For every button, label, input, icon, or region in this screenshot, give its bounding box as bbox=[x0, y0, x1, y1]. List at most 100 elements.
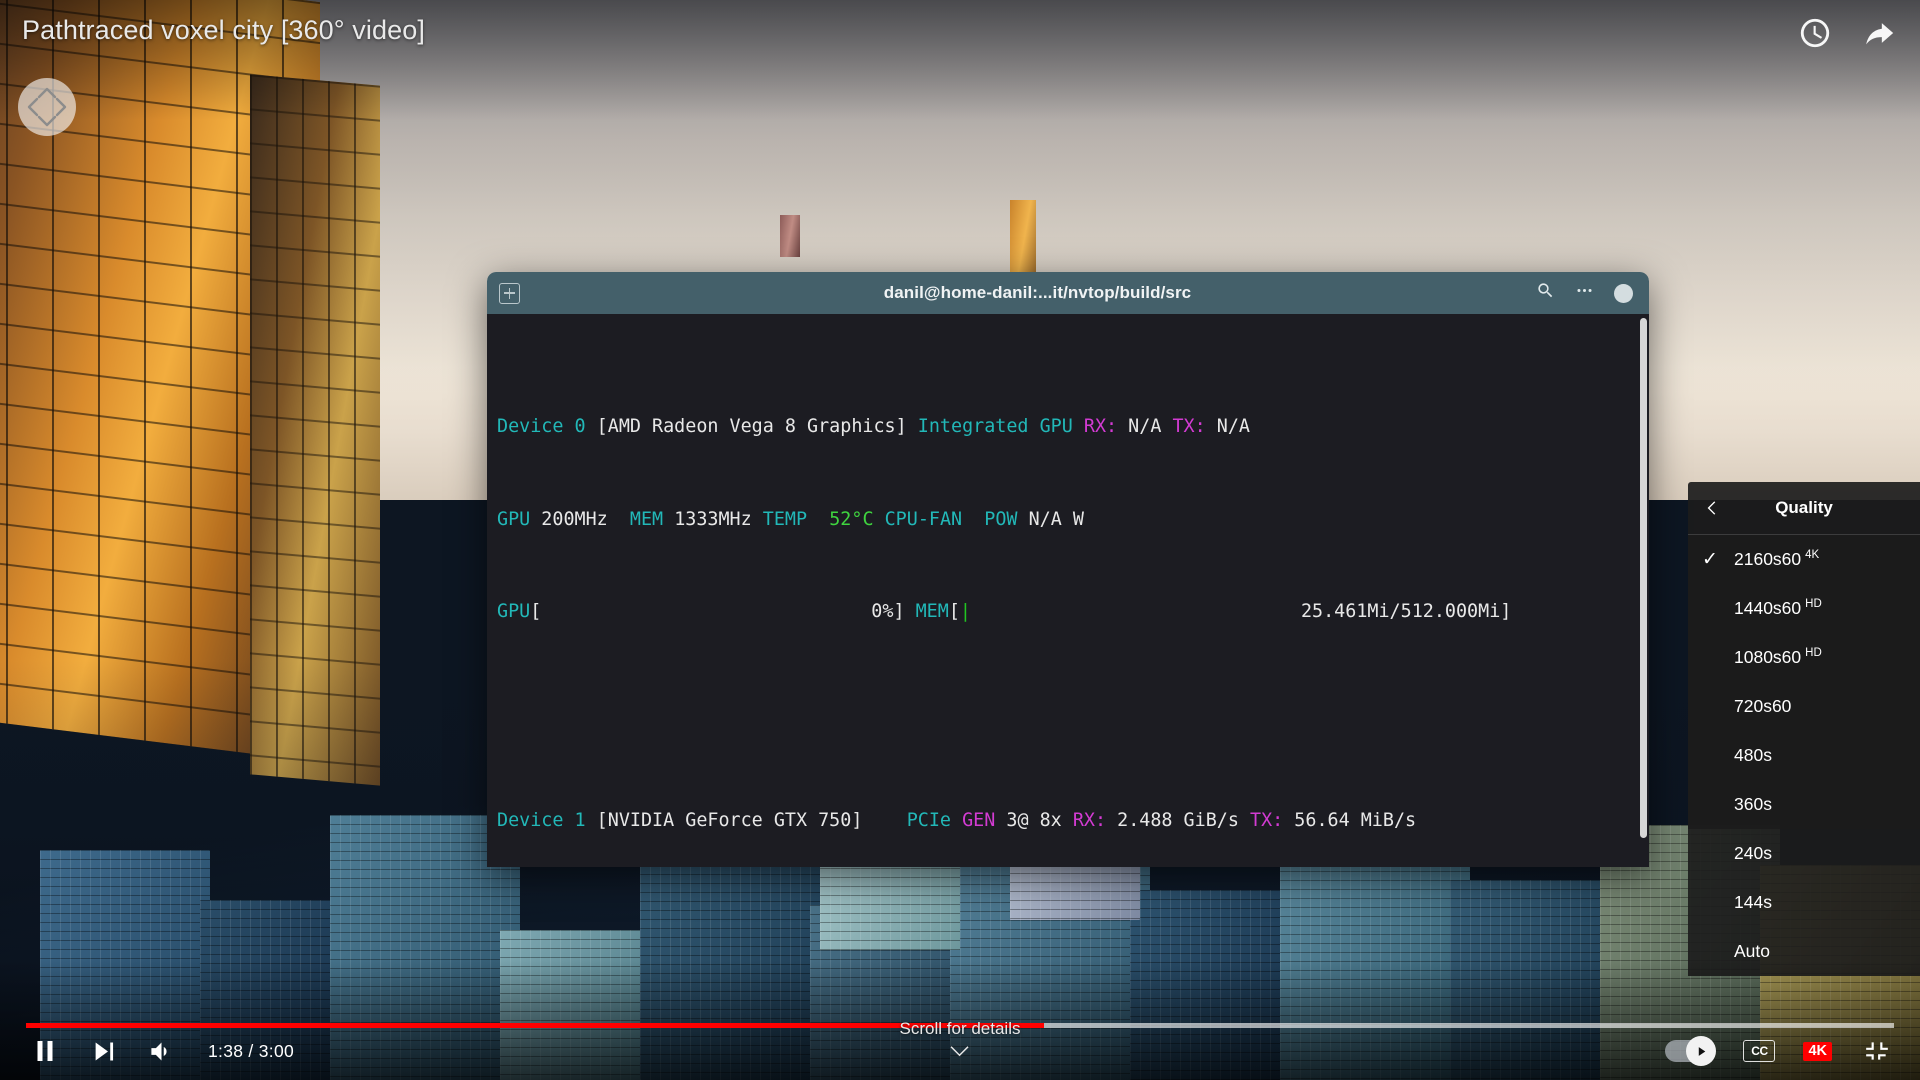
terminal-scrollbar[interactable] bbox=[1638, 314, 1649, 867]
device-1-id: 1 bbox=[574, 810, 586, 832]
device-0-label: Device bbox=[497, 415, 564, 437]
search-icon[interactable] bbox=[1536, 281, 1555, 305]
quality-option-label: 360s bbox=[1734, 794, 1772, 814]
terminal-title: danil@home-danil:...it/nvtop/build/src bbox=[883, 283, 1192, 302]
device-0-bars-line: GPU[0%] MEM[| 25.461Mi/512.000Mi] bbox=[497, 601, 1512, 623]
device-0-membar-label: MEM bbox=[915, 601, 949, 623]
device-0-tx-label: TX: bbox=[1172, 415, 1206, 437]
quality-menu[interactable]: Quality ✓ 2160s60 4K 1440s60 HD 1080s60 HD 720s… bbox=[1688, 482, 1920, 976]
exit-fullscreen-icon[interactable] bbox=[1860, 1034, 1894, 1068]
quality-option-Auto[interactable]: Auto bbox=[1688, 927, 1920, 976]
device-0-gpubar-label: GPU bbox=[497, 601, 531, 623]
quality-option-144s[interactable]: 144s bbox=[1688, 878, 1920, 927]
quality-option-1440s60[interactable]: 1440s60 HD bbox=[1688, 584, 1920, 633]
voxel-block bbox=[1450, 880, 1620, 1080]
device-0-gpu-label: GPU bbox=[497, 508, 531, 530]
quality-option-label: 1080s60 HD bbox=[1734, 647, 1822, 667]
device-0-tx-value: N/A bbox=[1216, 415, 1250, 437]
quality-option-label: 480s bbox=[1734, 745, 1772, 765]
device-0-id: 0 bbox=[574, 415, 586, 437]
voxel-block bbox=[1130, 890, 1295, 1080]
device-1-gen-label: GEN bbox=[962, 810, 996, 832]
device-0-rx-label: RX: bbox=[1083, 415, 1118, 437]
quality-badge[interactable]: 4K bbox=[1803, 1041, 1832, 1061]
quality-option-480s[interactable]: 480s bbox=[1688, 731, 1920, 780]
device-0-rx-value: N/A bbox=[1128, 415, 1162, 437]
device-0-pow-label: POW bbox=[984, 508, 1018, 530]
quality-option-badge: HD bbox=[1805, 647, 1822, 659]
quality-option-240s[interactable]: 240s bbox=[1688, 829, 1920, 878]
next-video-icon[interactable] bbox=[86, 1034, 120, 1068]
quality-option-1080s60[interactable]: 1080s60 HD bbox=[1688, 633, 1920, 682]
device-1-tx-label: TX: bbox=[1250, 810, 1284, 832]
pause-icon[interactable] bbox=[28, 1034, 62, 1068]
voxel-block bbox=[640, 865, 825, 1080]
quality-option-badge: HD bbox=[1805, 598, 1822, 610]
quality-option-label: Auto bbox=[1734, 941, 1770, 961]
quality-menu-title: Quality bbox=[1775, 498, 1833, 517]
quality-option-360s[interactable]: 360s bbox=[1688, 780, 1920, 829]
device-0-name: [AMD Radeon Vega 8 Graphics] bbox=[596, 415, 907, 437]
device-0-fan-label: CPU-FAN bbox=[884, 508, 963, 530]
device-0-gpu-clock: 200MHz bbox=[541, 508, 608, 530]
device-1-label: Device bbox=[497, 810, 564, 832]
quality-option-label: 144s bbox=[1734, 892, 1772, 912]
new-tab-icon[interactable] bbox=[499, 282, 520, 304]
device-0-stats-line: GPU 200MHz MEM 1333MHz TEMP 52°C CPU-FAN… bbox=[497, 508, 1649, 531]
device-1-gen-value: 3@ 8x bbox=[1006, 810, 1062, 832]
terminal-titlebar[interactable]: danil@home-danil:...it/nvtop/build/src bbox=[487, 272, 1649, 314]
device-0-membar-text: 25.461Mi/512.000Mi] bbox=[1300, 601, 1512, 623]
device-0-pow-value: N/A W bbox=[1028, 508, 1084, 530]
device-0-mem-clock: 1333MHz bbox=[674, 508, 752, 530]
device-0-temp-value: 52°C bbox=[829, 508, 874, 530]
device-1-rx-value: 2.488 GiB/s bbox=[1117, 810, 1239, 832]
quality-check-icon: ✓ bbox=[1702, 549, 1718, 570]
quality-option-label: 2160s60 4K bbox=[1734, 549, 1820, 569]
device-1-header-line: Device 1 [NVIDIA GeForce GTX 750] PCIe G… bbox=[497, 809, 1649, 832]
terminal-titlebar-left bbox=[499, 282, 539, 304]
player-top-right-controls bbox=[1798, 16, 1896, 50]
quality-menu-items: ✓ 2160s60 4K 1440s60 HD 1080s60 HD 720s60 480s 36… bbox=[1688, 535, 1920, 976]
pan-360-icon[interactable] bbox=[18, 78, 76, 136]
terminal-window[interactable]: danil@home-danil:...it/nvtop/build/src D… bbox=[487, 272, 1649, 867]
device-1-bus: PCIe bbox=[906, 810, 951, 832]
window-control-icon[interactable] bbox=[1614, 283, 1633, 303]
volume-icon[interactable] bbox=[144, 1034, 178, 1068]
voxel-block bbox=[500, 930, 660, 1080]
player-right-controls: CC 4K bbox=[1665, 1030, 1894, 1072]
watch-later-icon[interactable] bbox=[1798, 16, 1832, 50]
device-0-bus: Integrated GPU bbox=[917, 415, 1073, 437]
quality-option-label: 1440s60 HD bbox=[1734, 598, 1822, 618]
terminal-titlebar-right bbox=[1536, 281, 1637, 305]
chevron-left-icon[interactable] bbox=[1702, 497, 1724, 519]
progress-played bbox=[26, 1023, 1045, 1028]
terminal-content[interactable]: Device 0 [AMD Radeon Vega 8 Graphics] In… bbox=[487, 314, 1649, 867]
quality-option-label: 720s60 bbox=[1734, 696, 1792, 716]
video-title: Pathtraced voxel city [360° video] bbox=[22, 15, 425, 45]
quality-option-label: 240s bbox=[1734, 843, 1772, 863]
device-0-mem-label: MEM bbox=[629, 508, 664, 530]
cc-label: CC bbox=[1751, 1044, 1768, 1058]
quality-menu-header[interactable]: Quality bbox=[1688, 482, 1920, 535]
device-1-name: [NVIDIA GeForce GTX 750] bbox=[596, 810, 863, 832]
device-1-rx-label: RX: bbox=[1072, 810, 1107, 832]
player-left-controls: 1:38 / 3:00 bbox=[28, 1030, 294, 1072]
quality-option-badge: 4K bbox=[1805, 549, 1820, 561]
terminal-scrollbar-thumb[interactable] bbox=[1640, 318, 1647, 838]
time-display: 1:38 / 3:00 bbox=[208, 1040, 295, 1061]
device-0-gpubar-text: 0%] bbox=[871, 601, 905, 623]
device-0-header-line: Device 0 [AMD Radeon Vega 8 Graphics] In… bbox=[497, 415, 1649, 438]
ellipsis-icon[interactable] bbox=[1575, 281, 1594, 305]
video-player-stage: Pathtraced voxel city [360° video] danil… bbox=[0, 0, 1920, 1080]
autoplay-toggle-knob bbox=[1686, 1036, 1717, 1066]
share-icon[interactable] bbox=[1862, 16, 1896, 50]
voxel-spire-b bbox=[780, 215, 800, 257]
quality-option-2160s60[interactable]: ✓ 2160s60 4K bbox=[1688, 535, 1920, 584]
autoplay-toggle-icon[interactable] bbox=[1665, 1036, 1717, 1066]
voxel-block bbox=[1280, 835, 1470, 1080]
device-0-membar-fill: | bbox=[959, 601, 971, 623]
quality-option-720s60[interactable]: 720s60 bbox=[1688, 682, 1920, 731]
progress-bar[interactable] bbox=[26, 1023, 1894, 1028]
closed-captions-icon[interactable]: CC bbox=[1743, 1040, 1776, 1062]
device-0-temp-label: TEMP bbox=[762, 508, 808, 530]
